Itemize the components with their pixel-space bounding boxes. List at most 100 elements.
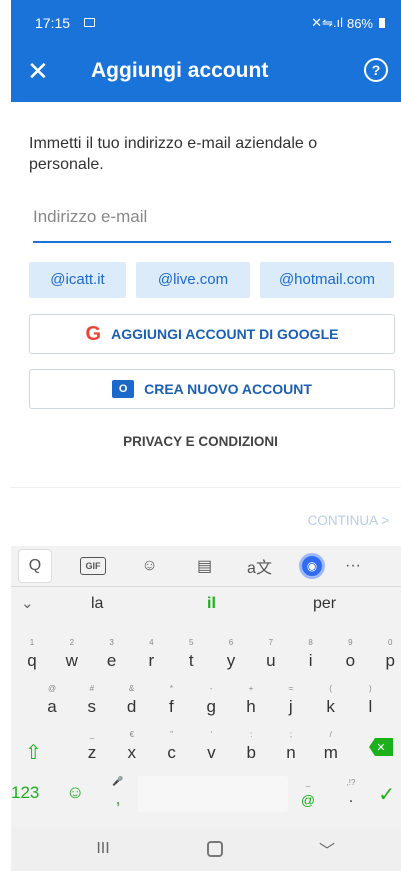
suggestion-left[interactable]: la — [91, 595, 103, 613]
domain-chip-icatt[interactable]: @icatt.it — [29, 262, 126, 298]
key-o[interactable]: 9o — [330, 636, 370, 676]
key-label: i — [308, 651, 313, 670]
home-icon[interactable] — [204, 840, 226, 858]
key-row-2: @ a # s & d * f - g + h = j(k) l — [11, 682, 401, 722]
key-t[interactable]: 5t — [171, 636, 211, 676]
suggestion-right[interactable]: per — [313, 595, 336, 613]
key-secondary-label: = — [288, 684, 294, 693]
keyboard-toolbar: Q GIF ☺ ▤ a文 ◉ ··· — [11, 546, 401, 586]
domain-chip-live[interactable]: @live.com — [136, 262, 250, 298]
key-p[interactable]: 0p — [370, 636, 401, 676]
backspace-key[interactable]: ✕ — [369, 738, 393, 756]
battery-text: 86% — [346, 15, 373, 31]
key-b[interactable]: :b — [231, 728, 271, 768]
space-key[interactable] — [138, 776, 288, 812]
add-google-account-button[interactable]: G AGGIUNGI ACCOUNT DI GOOGLE — [29, 314, 395, 354]
key-n[interactable]: ; n — [271, 728, 311, 768]
shift-key[interactable]: ⇧ — [25, 740, 42, 765]
signal-icon: ✕⇋.ıl — [311, 15, 343, 30]
key-label: y — [226, 651, 236, 670]
gif-icon[interactable]: GIF — [80, 557, 106, 575]
email-field-container — [33, 199, 391, 243]
search-icon[interactable]: Q — [18, 549, 52, 583]
key-label: t — [188, 651, 194, 670]
key-label: l — [368, 697, 373, 716]
key-label: q — [27, 651, 37, 670]
emoji-key[interactable]: ☺ — [66, 782, 84, 803]
mic-icon: 🎤 — [112, 776, 124, 786]
key-secondary-label: 7 — [268, 638, 274, 647]
key-secondary-label: * — [169, 684, 173, 693]
key-label: x — [127, 743, 137, 762]
key-k[interactable]: (k — [311, 682, 351, 722]
key-c[interactable]: " c — [152, 728, 192, 768]
recent-apps-icon[interactable]: III — [92, 840, 114, 858]
period-key[interactable]: ,!? . — [341, 774, 361, 814]
key-l[interactable]: ) l — [350, 682, 390, 722]
more-icon[interactable]: ··· — [343, 549, 363, 583]
privacy-link[interactable]: PRIVACY E CONDIZIONI — [0, 434, 401, 449]
key-label: k — [326, 697, 335, 716]
key-y[interactable]: 6y — [211, 636, 251, 676]
key-s[interactable]: # s — [72, 682, 112, 722]
at-key-label: @ — [300, 792, 316, 808]
key-label: f — [169, 697, 174, 716]
key-m[interactable]: / m — [311, 728, 351, 768]
key-label: g — [206, 697, 216, 716]
key-e[interactable]: 3e — [92, 636, 132, 676]
key-label: o — [345, 651, 356, 670]
key-secondary-label: : — [250, 730, 253, 739]
continue-button[interactable]: CONTINUA > — [308, 513, 389, 528]
key-secondary-label: _ — [89, 730, 95, 739]
key-w[interactable]: 2w — [52, 636, 92, 676]
key-secondary-label: € — [129, 730, 135, 739]
collapse-icon[interactable]: ⌄ — [21, 594, 34, 612]
key-i[interactable]: 8i — [291, 636, 331, 676]
sticker-icon[interactable]: ☺ — [128, 549, 171, 583]
create-account-button[interactable]: O CREA NUOVO ACCOUNT — [29, 369, 395, 409]
key-secondary-label: @ — [47, 684, 57, 693]
period-key-label: . — [348, 789, 354, 806]
close-icon[interactable]: ✕ — [27, 58, 49, 84]
create-account-label: CREA NUOVO ACCOUNT — [144, 381, 312, 397]
key-g[interactable]: -g — [191, 682, 231, 722]
key-h[interactable]: + h — [231, 682, 271, 722]
domain-chips: @icatt.it @live.com @hotmail.com — [29, 262, 394, 298]
key-row-4: 123 ☺ 🎤 , _ @ ,!? . ✓ — [11, 774, 401, 814]
comma-key[interactable]: 🎤 , — [108, 774, 128, 814]
key-label: z — [87, 743, 97, 762]
email-input[interactable] — [33, 199, 391, 235]
key-j[interactable]: = j — [271, 682, 311, 722]
key-z[interactable]: _ z — [72, 728, 112, 768]
key-q[interactable]: 1q — [12, 636, 52, 676]
at-key[interactable]: _ @ — [298, 774, 318, 814]
key-u[interactable]: 7u — [251, 636, 291, 676]
enter-key[interactable]: ✓ — [378, 782, 395, 807]
domain-chip-hotmail[interactable]: @hotmail.com — [260, 262, 394, 298]
numbers-key[interactable]: 123 — [11, 783, 39, 803]
system-nav-bar: III ﹀ — [11, 828, 401, 871]
key-f[interactable]: * f — [151, 682, 191, 722]
clipboard-icon[interactable]: ▤ — [183, 549, 226, 583]
key-label: e — [106, 651, 117, 670]
comma-label: , — [115, 789, 121, 808]
key-secondary-label: 1 — [29, 638, 35, 647]
key-x[interactable]: € x — [112, 728, 152, 768]
key-a[interactable]: @ a — [32, 682, 72, 722]
page-title: Aggiungi account — [91, 59, 269, 82]
key-label: v — [207, 743, 216, 762]
suggestion-bar: ⌄ la il per — [11, 586, 401, 622]
key-d[interactable]: & d — [112, 682, 152, 722]
key-label: c — [167, 743, 176, 762]
key-secondary-label: 5 — [188, 638, 194, 647]
suggestion-center[interactable]: il — [207, 595, 216, 613]
help-icon[interactable]: ? — [364, 58, 388, 82]
back-nav-icon[interactable]: ﹀ — [316, 840, 338, 860]
key-secondary-label: ) — [369, 684, 372, 693]
key-v[interactable]: ' v — [191, 728, 231, 768]
voice-icon[interactable]: ◉ — [299, 553, 325, 579]
translate-icon[interactable]: a文 — [238, 549, 281, 583]
key-label: r — [148, 651, 155, 670]
key-r[interactable]: 4r — [131, 636, 171, 676]
status-bar: 17:15 ✕⇋.ıl 86% — [11, 0, 401, 48]
